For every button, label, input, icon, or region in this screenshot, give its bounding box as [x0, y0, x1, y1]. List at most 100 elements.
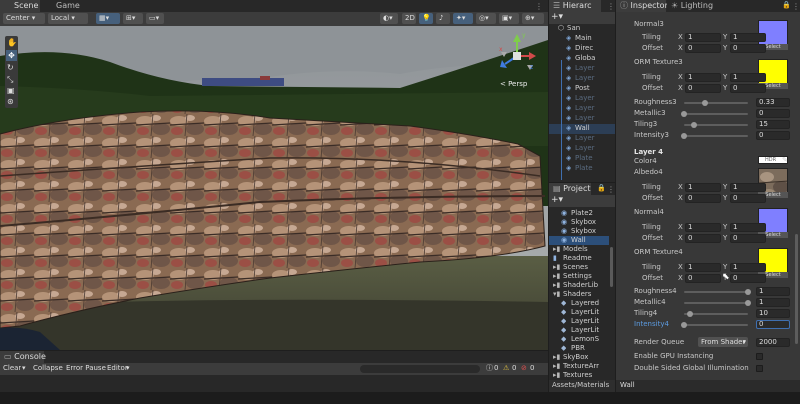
project-item[interactable]: ▸▮ TextureArr [549, 362, 609, 371]
project-item[interactable]: ◆ Layered [549, 299, 609, 308]
project-path[interactable]: Assets/Materials [552, 381, 609, 390]
hierarchy-item[interactable]: ◈ Direc [549, 44, 615, 54]
normal3-tiling-y-field[interactable]: 1 [730, 33, 766, 42]
audio-toggle-icon[interactable]: ♪ [436, 13, 450, 24]
metallic4-slider-track[interactable] [684, 302, 748, 304]
project-item[interactable]: ▸▮ SkyBox [549, 353, 609, 362]
hierarchy-item[interactable]: ◈ Layer [549, 94, 615, 104]
normal3-tiling-x-field[interactable]: 1 [685, 33, 721, 42]
tiling3-slider-knob[interactable] [690, 122, 697, 128]
hierarchy-item[interactable]: ◈ Layer [549, 134, 615, 144]
normal3-offset-x-field[interactable]: 0 [685, 44, 721, 53]
tab-scene[interactable]: Scene [0, 0, 40, 12]
hierarchy-item[interactable]: ◈ Main [549, 34, 615, 44]
lighting-toggle-icon[interactable]: 💡 [419, 13, 433, 24]
project-item[interactable]: ◉ Skybox [549, 218, 609, 227]
orm4-tiling-y-field[interactable]: 1 [730, 263, 766, 272]
roughness3-slider-track[interactable] [684, 102, 748, 104]
tiling4-slider-track[interactable] [684, 313, 748, 315]
hierarchy-item[interactable]: ◈ Layer [549, 64, 615, 74]
project-item[interactable]: ▸▮ Settings [549, 272, 609, 281]
snap-settings-button[interactable]: ⊞▾ [123, 13, 143, 24]
roughness3-slider-knob[interactable] [702, 100, 709, 106]
tiling4-slider-knob[interactable] [687, 311, 694, 317]
grid-snap-button[interactable]: ▦▾ [96, 13, 120, 24]
warning-count-icon[interactable]: ⚠ [503, 364, 509, 373]
render-queue-dropdown[interactable]: From Shader ▾ [698, 337, 748, 347]
orm4-tiling-x-field[interactable]: 1 [685, 263, 721, 272]
gpu-instancing-checkbox[interactable] [756, 353, 763, 360]
clear-button[interactable]: Clear [3, 364, 21, 373]
roughness3-value-field[interactable]: 0.33 [756, 98, 790, 107]
project-item[interactable]: ▸▮ Textures [549, 371, 609, 380]
kebab-menu-icon[interactable]: ⋮ [535, 2, 543, 11]
render-queue-value-field[interactable]: 2000 [756, 338, 790, 347]
toggle-2d-button[interactable]: 2D [402, 13, 416, 24]
project-item[interactable]: ▮ Readme [549, 254, 609, 263]
intensity4-value-field[interactable]: 0 [756, 320, 790, 329]
inspector-scrollbar[interactable] [795, 234, 798, 344]
orientation-gizmo[interactable]: y x z [497, 32, 537, 78]
move-tool-icon[interactable]: ✥ [6, 50, 17, 61]
intensity4-slider-knob[interactable] [681, 322, 687, 328]
orm3-offset-y-field[interactable]: 0 [730, 84, 766, 93]
project-item[interactable]: ◆ LemonS [549, 335, 609, 344]
hierarchy-item[interactable]: ◈ Layer [549, 144, 615, 154]
hierarchy-item[interactable]: ⬡ San [549, 24, 615, 34]
project-lock-icon[interactable]: 🔒 [597, 184, 606, 192]
projection-label[interactable]: < Persp [500, 80, 527, 88]
normal4-offset-y-field[interactable]: 0 [730, 234, 766, 243]
project-item[interactable]: ▸▮ Models [549, 245, 609, 254]
editor-dropdown[interactable]: Editor [107, 364, 128, 373]
orm3-tiling-y-field[interactable]: 1 [730, 73, 766, 82]
editor-dropdown-icon[interactable]: ▾ [126, 364, 130, 373]
roughness4-slider-knob[interactable] [745, 289, 751, 295]
error-pause-button[interactable]: Error Pause [66, 364, 106, 373]
double-sided-gi-checkbox[interactable] [756, 365, 763, 372]
hierarchy-item[interactable]: ◈ Layer [549, 74, 615, 84]
metallic4-value-field[interactable]: 1 [756, 298, 790, 307]
normal4-offset-x-field[interactable]: 0 [685, 234, 721, 243]
collapse-button[interactable]: Collapse [33, 364, 63, 373]
albedo4-offset-y-field[interactable]: 0 [730, 194, 766, 203]
tab-game[interactable]: Game [40, 0, 80, 12]
normal4-tiling-y-field[interactable]: 1 [730, 223, 766, 232]
tab-inspector[interactable]: ⓘ Inspector [616, 0, 668, 12]
metallic3-slider-knob[interactable] [681, 111, 687, 117]
tab-console[interactable]: ▭ Console [0, 351, 46, 363]
albedo4-tiling-x-field[interactable]: 1 [685, 183, 721, 192]
project-scrollbar[interactable] [610, 247, 613, 287]
effects-toggle-icon[interactable]: ✦▾ [453, 13, 473, 24]
gizmos-toggle-icon[interactable]: ⊕▾ [522, 13, 544, 24]
hierarchy-menu-icon[interactable]: ⋮ [607, 2, 615, 11]
project-item[interactable]: ◆ PBR [549, 344, 609, 353]
scale-tool-icon[interactable]: ⤡ [7, 75, 13, 85]
hand-tool-icon[interactable]: ✋ [7, 38, 17, 47]
orm4-offset-y-field[interactable]: 0 [730, 274, 766, 283]
tab-hierarchy[interactable]: ☰ Hierarc [549, 0, 601, 12]
roughness4-value-field[interactable]: 1 [756, 287, 790, 296]
project-item[interactable]: ◉ Skybox [549, 227, 609, 236]
rect-tool-icon[interactable]: ▣ [7, 86, 15, 95]
project-item[interactable]: ◉ Wall [549, 236, 609, 245]
tab-lighting[interactable]: ☀ Lighting [667, 0, 713, 12]
project-item[interactable]: ◆ LayerLit [549, 308, 609, 317]
scene-viewport[interactable]: ✋ ✥ ↻ ⤡ ▣ ⊛ y x z < Persp [0, 26, 548, 350]
intensity3-value-field[interactable]: 0 [756, 131, 790, 140]
console-search-input[interactable] [360, 365, 480, 373]
normal3-offset-y-field[interactable]: 0 [730, 44, 766, 53]
hierarchy-item[interactable]: ◈ Plate [549, 154, 615, 164]
rotate-tool-icon[interactable]: ↻ [7, 63, 14, 72]
project-item[interactable]: ◉ Plate2 [549, 209, 609, 218]
intensity3-slider-knob[interactable] [681, 133, 687, 139]
tab-project[interactable]: ▤ Project [549, 183, 591, 195]
pivot-mode-dropdown[interactable]: Center ▾ [3, 13, 45, 24]
metallic3-slider-track[interactable] [684, 113, 748, 115]
hierarchy-item[interactable]: ◈ Layer [549, 104, 615, 114]
create-asset-button[interactable]: +▾ [551, 195, 563, 205]
normal4-tiling-x-field[interactable]: 1 [685, 223, 721, 232]
draw-mode-button[interactable]: ◐▾ [380, 13, 398, 24]
hierarchy-item[interactable]: ◈ Wall [549, 124, 615, 134]
inspector-menu-icon[interactable]: ⋮ [792, 2, 800, 11]
intensity4-slider-track[interactable] [684, 324, 748, 326]
